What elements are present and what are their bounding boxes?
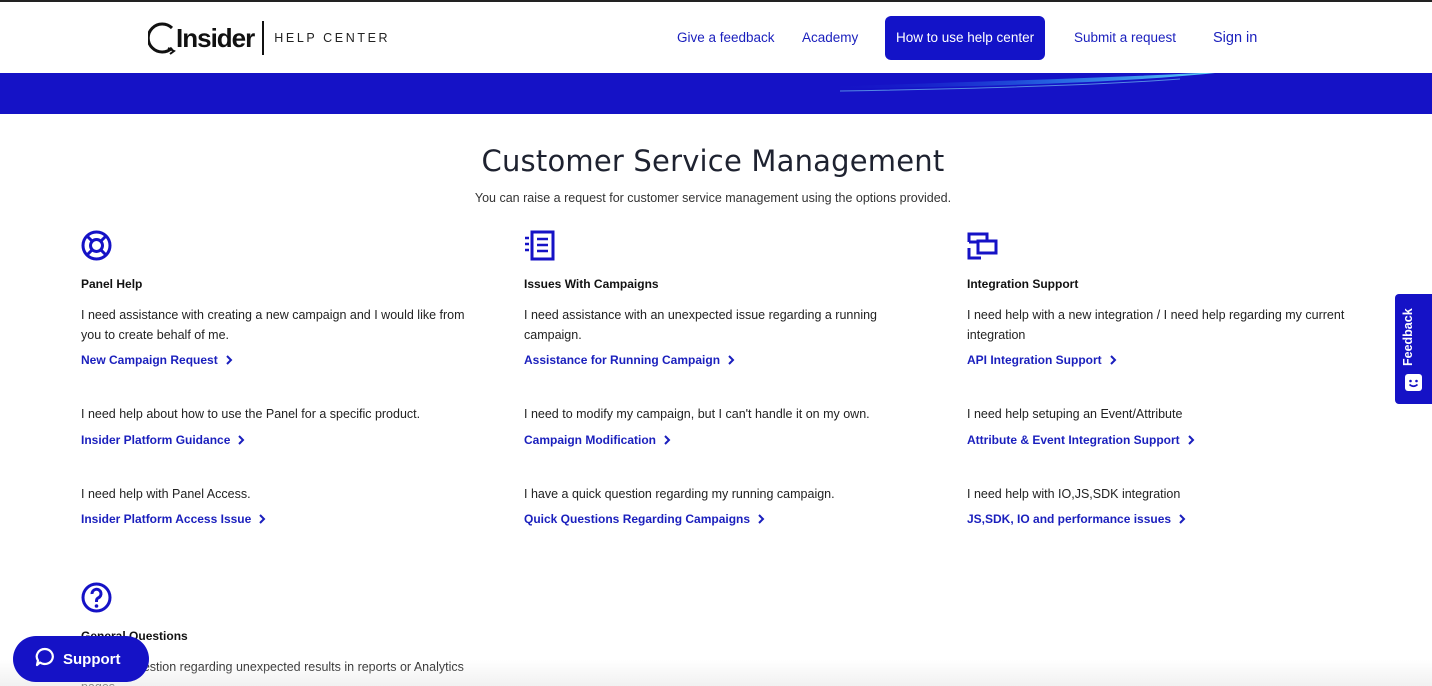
chevron-right-icon — [1179, 514, 1186, 524]
category-title: Issues With Campaigns — [524, 277, 659, 291]
link-attribute-event-integration[interactable]: Attribute & Event Integration Support — [967, 433, 1195, 447]
nav-academy[interactable]: Academy — [802, 16, 858, 60]
link-quick-questions-campaigns[interactable]: Quick Questions Regarding Campaigns — [524, 512, 765, 526]
nav-sign-in[interactable]: Sign in — [1213, 16, 1257, 60]
chevron-right-icon — [1187, 435, 1195, 445]
nav-submit-request[interactable]: Submit a request — [1074, 16, 1176, 60]
chevron-right-icon — [238, 435, 245, 445]
item-description: I need help with IO,JS,SDK integration — [967, 487, 1181, 501]
chevron-right-icon — [259, 514, 266, 524]
link-platform-guidance[interactable]: Insider Platform Guidance — [81, 433, 245, 447]
link-label: Insider Platform Access Issue — [81, 512, 252, 526]
lifebuoy-icon — [81, 230, 115, 264]
link-label: Campaign Modification — [524, 433, 656, 447]
feedback-tab-label: Feedback — [1401, 308, 1415, 366]
page-subtitle: You can raise a request for customer ser… — [474, 191, 952, 205]
chat-bubble-icon — [35, 647, 55, 672]
item-description: I need help with Panel Access. — [81, 487, 251, 501]
category-title: Panel Help — [81, 277, 143, 291]
link-label: Assistance for Running Campaign — [524, 353, 721, 367]
link-assistance-running-campaign[interactable]: Assistance for Running Campaign — [524, 353, 735, 367]
chevron-right-icon — [664, 435, 671, 445]
item-description: I need help with a new integration / I n… — [967, 308, 1345, 342]
support-label: Support — [63, 650, 121, 668]
link-label: New Campaign Request — [81, 353, 218, 367]
category-title: Integration Support — [967, 277, 1079, 291]
item-description: I have a quick question regarding my run… — [524, 487, 835, 501]
chevron-right-icon — [758, 514, 765, 524]
item-description: I need help about how to use the Panel f… — [81, 407, 421, 421]
link-api-integration-support[interactable]: API Integration Support — [967, 353, 1117, 367]
chevron-right-icon — [225, 355, 233, 365]
item-description: I need to modify my campaign, but I can'… — [524, 407, 870, 421]
link-label: API Integration Support — [967, 353, 1102, 367]
feedback-side-tab[interactable]: Feedback — [1395, 294, 1432, 404]
link-platform-access-issue[interactable]: Insider Platform Access Issue — [81, 512, 266, 526]
link-label: Insider Platform Guidance — [81, 433, 231, 447]
page-title: Customer Service Management — [481, 144, 945, 178]
item-description: I need help setuping an Event/Attribute — [967, 407, 1183, 421]
smiley-chat-icon — [1405, 374, 1422, 391]
nav-how-to-use[interactable]: How to use help center — [885, 16, 1046, 60]
chevron-right-icon — [728, 355, 735, 365]
category-panel-help: Panel Help I need assistance with creati… — [81, 230, 481, 550]
nav-give-feedback[interactable]: Give a feedback — [677, 16, 775, 60]
question-circle-icon — [81, 582, 115, 616]
support-chat-button[interactable]: Support — [13, 636, 149, 682]
category-issues-with-campaigns: Issues With Campaigns I need assistance … — [524, 230, 924, 550]
integration-icon — [967, 230, 1001, 264]
banner-wave-decoration — [820, 73, 1215, 92]
chevron-right-icon — [1109, 355, 1117, 365]
link-js-sdk-io-issues[interactable]: JS,SDK, IO and performance issues — [967, 512, 1186, 526]
category-integration-support: Integration Support I need help with a n… — [967, 230, 1367, 550]
link-campaign-modification[interactable]: Campaign Modification — [524, 433, 671, 447]
hero-banner — [0, 73, 1432, 114]
item-description: I need assistance with an unexpected iss… — [524, 308, 878, 342]
site-header: Insider HELP CENTER Give a feedback Acad… — [0, 2, 1432, 73]
link-new-campaign-request[interactable]: New Campaign Request — [81, 353, 233, 367]
link-label: Quick Questions Regarding Campaigns — [524, 512, 751, 526]
main-nav: Give a feedback Academy How to use help … — [0, 16, 1432, 60]
list-document-icon — [524, 230, 558, 264]
link-label: Attribute & Event Integration Support — [967, 433, 1180, 447]
link-label: JS,SDK, IO and performance issues — [967, 512, 1172, 526]
item-description: I need assistance with creating a new ca… — [81, 308, 465, 342]
